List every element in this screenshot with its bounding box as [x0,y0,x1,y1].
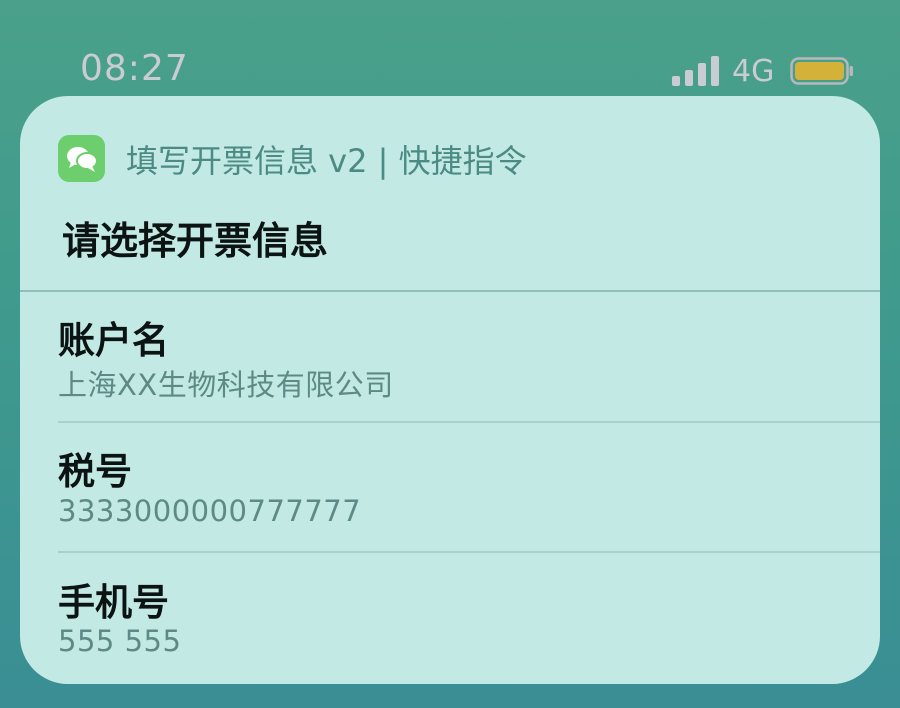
phone-number-label[interactable]: 手机号 [58,572,169,626]
tax-number-label[interactable]: 税号 [58,441,132,495]
signal-bars-icon [672,56,719,86]
header-divider [20,290,880,292]
prompt-title: 请选择开票信息 [62,219,329,263]
phone-number-value[interactable]: 555 555 [58,624,181,658]
app-title: 填写开票信息 v2 | 快捷指令 [126,142,527,180]
account-name-label[interactable]: 账户名 [58,310,169,364]
item-divider [58,421,880,423]
messages-icon [58,135,105,182]
network-type: 4G [732,54,775,89]
item-divider [58,551,880,553]
tax-number-value[interactable]: 3333000000777777 [58,494,361,528]
status-bar: 08:27 4G [0,0,900,96]
clock-time: 08:27 [80,48,189,89]
shortcut-notification-card[interactable]: 填写开票信息 v2 | 快捷指令 请选择开票信息 账户名 上海XX生物科技有限公… [20,96,880,684]
battery-icon [790,57,853,85]
account-name-value[interactable]: 上海XX生物科技有限公司 [58,362,394,404]
